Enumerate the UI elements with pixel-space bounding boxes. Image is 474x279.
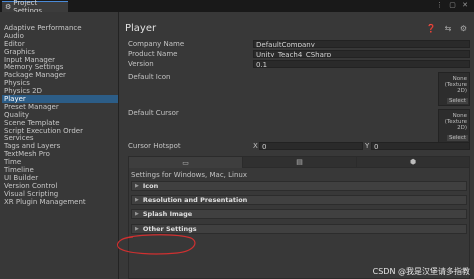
company-name-field[interactable]: DefaultCompany (253, 40, 470, 48)
hotspot-y-label: Y (365, 142, 370, 150)
sidebar-item-visual-scripting[interactable]: Visual Scripting (2, 190, 118, 198)
sidebar-item-preset-manager[interactable]: Preset Manager (2, 103, 118, 111)
sidebar-item-player[interactable]: Player (2, 95, 118, 103)
window-titlebar: ⚙ Project Settings ⋮ ▢ ✕ (0, 0, 474, 15)
section-splash-image[interactable]: ▶ Splash Image (131, 209, 467, 219)
platform-settings-label: Settings for Windows, Mac, Linux (131, 171, 247, 179)
version-field[interactable]: 0.1 (253, 60, 470, 68)
default-icon-none-text: None (Texture 2D) (444, 76, 467, 94)
header-actions-icon[interactable]: ❓ ⇆ ⚙ (426, 24, 470, 33)
gear-icon: ⚙ (5, 3, 12, 11)
sidebar-item-time[interactable]: Time (2, 158, 118, 166)
sidebar-item-memory-settings[interactable]: Memory Settings (2, 63, 118, 72)
default-cursor-none-text: None (Texture 2D) (444, 113, 467, 131)
section-label: Splash Image (142, 210, 193, 218)
sidebar-item-adaptive-performance[interactable]: Adaptive Performance (2, 24, 118, 32)
sidebar-item-audio[interactable]: Audio (2, 32, 118, 40)
default-icon-select-button[interactable]: Select (447, 98, 468, 104)
tab-dedicated-server[interactable]: ▤ (243, 157, 357, 168)
sidebar-item-quality[interactable]: Quality (2, 111, 118, 119)
section-icon[interactable]: ▶ Icon (131, 181, 467, 191)
platform-settings-panel: ▭ ▤ ⬢ Settings for Windows, Mac, Linux ▶… (128, 156, 470, 279)
version-label: Version (128, 60, 154, 68)
sidebar-item-physics[interactable]: Physics (2, 79, 118, 87)
default-cursor-select-button[interactable]: Select (447, 135, 468, 141)
hotspot-x-field[interactable]: 0 (259, 142, 363, 150)
sidebar-item-textmesh-pro[interactable]: TextMesh Pro (2, 150, 118, 158)
monitor-icon: ▭ (182, 158, 189, 167)
default-icon-slot[interactable]: None (Texture 2D) Select (438, 72, 470, 106)
sidebar-item-scene-template[interactable]: Scene Template (2, 119, 118, 127)
red-circle-annotation (116, 234, 196, 255)
tab-standalone[interactable]: ▭ (129, 157, 243, 168)
sidebar-item-graphics[interactable]: Graphics (2, 48, 118, 56)
window-controls-icon[interactable]: ⋮ ▢ ✕ (436, 1, 470, 9)
sidebar-item-script-execution-order[interactable]: Script Execution Order (2, 127, 118, 135)
section-label: Icon (142, 182, 159, 190)
sidebar-item-physics-2d[interactable]: Physics 2D (2, 87, 118, 95)
company-name-label: Company Name (128, 40, 185, 48)
hotspot-x-label: X (253, 142, 258, 150)
caret-right-icon: ▶ (135, 197, 139, 203)
main-area: Adaptive Performance Audio Editor Graphi… (0, 12, 474, 279)
sidebar-item-timeline[interactable]: Timeline (2, 166, 118, 174)
sidebar-item-editor[interactable]: Editor (2, 40, 118, 48)
page-title: Player (125, 23, 157, 34)
watermark: CSDN @我是汉堡请多指教 (372, 267, 470, 276)
settings-sidebar: Adaptive Performance Audio Editor Graphi… (2, 12, 119, 279)
section-label: Resolution and Presentation (142, 196, 248, 204)
sidebar-item-xr-plugin-management[interactable]: XR Plugin Management (2, 198, 118, 206)
hotspot-y-field[interactable]: 0 (371, 142, 470, 150)
caret-right-icon: ▶ (135, 183, 139, 189)
sidebar-item-services[interactable]: Services (2, 134, 118, 143)
tab-project-settings[interactable]: ⚙ Project Settings (2, 0, 68, 15)
default-icon-label: Default Icon (128, 73, 171, 81)
tab-android[interactable]: ⬢ (357, 157, 469, 168)
sidebar-item-package-manager[interactable]: Package Manager (2, 71, 118, 79)
default-cursor-label: Default Cursor (128, 109, 179, 117)
sidebar-item-tags-and-layers[interactable]: Tags and Layers (2, 142, 118, 150)
product-name-field[interactable]: Unity_Teach4_CSharp (253, 50, 470, 58)
android-icon: ⬢ (409, 158, 417, 166)
server-icon: ▤ (296, 158, 303, 166)
sidebar-item-input-manager[interactable]: Input Manager (2, 56, 118, 64)
cursor-hotspot-label: Cursor Hotspot (128, 142, 181, 150)
caret-right-icon: ▶ (135, 211, 139, 217)
default-cursor-slot[interactable]: None (Texture 2D) Select (438, 109, 470, 143)
sidebar-item-ui-builder[interactable]: UI Builder (2, 174, 118, 182)
section-resolution-and-presentation[interactable]: ▶ Resolution and Presentation (131, 195, 467, 205)
sidebar-item-version-control[interactable]: Version Control (2, 182, 118, 190)
product-name-label: Product Name (128, 50, 178, 58)
